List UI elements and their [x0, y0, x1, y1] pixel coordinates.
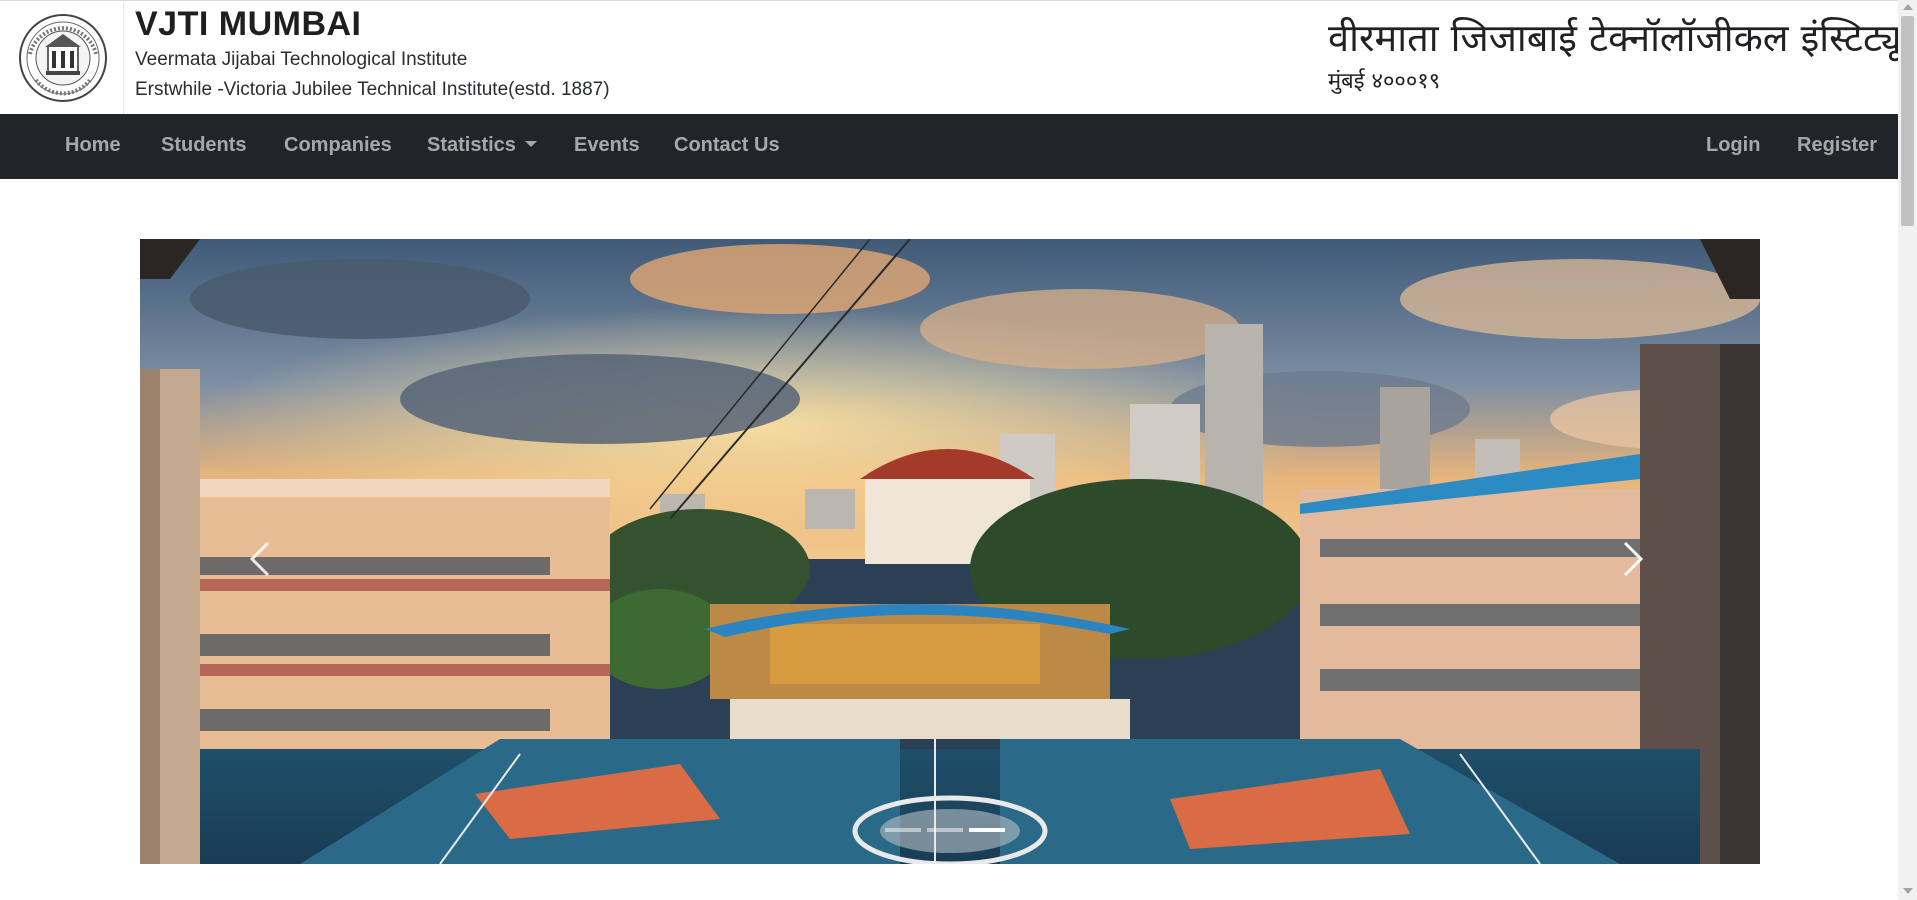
scroll-down-arrow-icon[interactable] — [1903, 888, 1913, 894]
carousel-prev-button[interactable] — [238, 529, 278, 589]
site-header: VJTI MUMBAI Veermata Jijabai Technologic… — [0, 0, 1917, 114]
site-title: VJTI MUMBAI — [135, 5, 362, 43]
nav-home[interactable]: Home — [65, 134, 121, 157]
nav-statistics-label: Statistics — [427, 134, 516, 156]
nav-contact-us[interactable]: Contact Us — [674, 134, 780, 157]
nav-events[interactable]: Events — [574, 134, 640, 157]
hindi-address: मुंबई ४०००१९ — [1328, 69, 1441, 94]
carousel-indicators — [885, 828, 1015, 836]
nav-students[interactable]: Students — [161, 134, 247, 157]
hindi-title: वीरमाता जिजाबाई टेक्नॉलॉजीकल इंस्टिट्यूट — [1328, 16, 1917, 60]
chevron-right-icon — [1623, 541, 1644, 577]
site-subtitle: Veermata Jijabai Technological Institute — [135, 49, 468, 70]
nav-companies[interactable]: Companies — [284, 134, 392, 157]
carousel-indicator-3[interactable] — [969, 828, 1005, 832]
nav-login[interactable]: Login — [1706, 134, 1760, 157]
carousel-indicator-2[interactable] — [927, 828, 963, 832]
nav-statistics-dropdown[interactable]: Statistics — [427, 134, 537, 157]
caret-down-icon — [524, 141, 537, 147]
page-scrollbar[interactable] — [1898, 0, 1917, 900]
logo[interactable] — [2, 2, 124, 114]
nav-register[interactable]: Register — [1797, 134, 1877, 157]
main-navbar: Home Students Companies Statistics Event… — [0, 114, 1898, 179]
scrollbar-thumb[interactable] — [1901, 16, 1914, 226]
hero-carousel — [140, 239, 1760, 864]
carousel-next-button[interactable] — [1615, 529, 1655, 589]
vjti-seal-logo-icon — [19, 14, 107, 102]
carousel-indicator-1[interactable] — [885, 828, 921, 832]
site-history: Erstwhile -Victoria Jubilee Technical In… — [135, 79, 610, 100]
chevron-left-icon — [249, 541, 270, 577]
campus-panorama-photo — [140, 239, 1760, 864]
scroll-up-arrow-icon[interactable] — [1903, 4, 1913, 10]
